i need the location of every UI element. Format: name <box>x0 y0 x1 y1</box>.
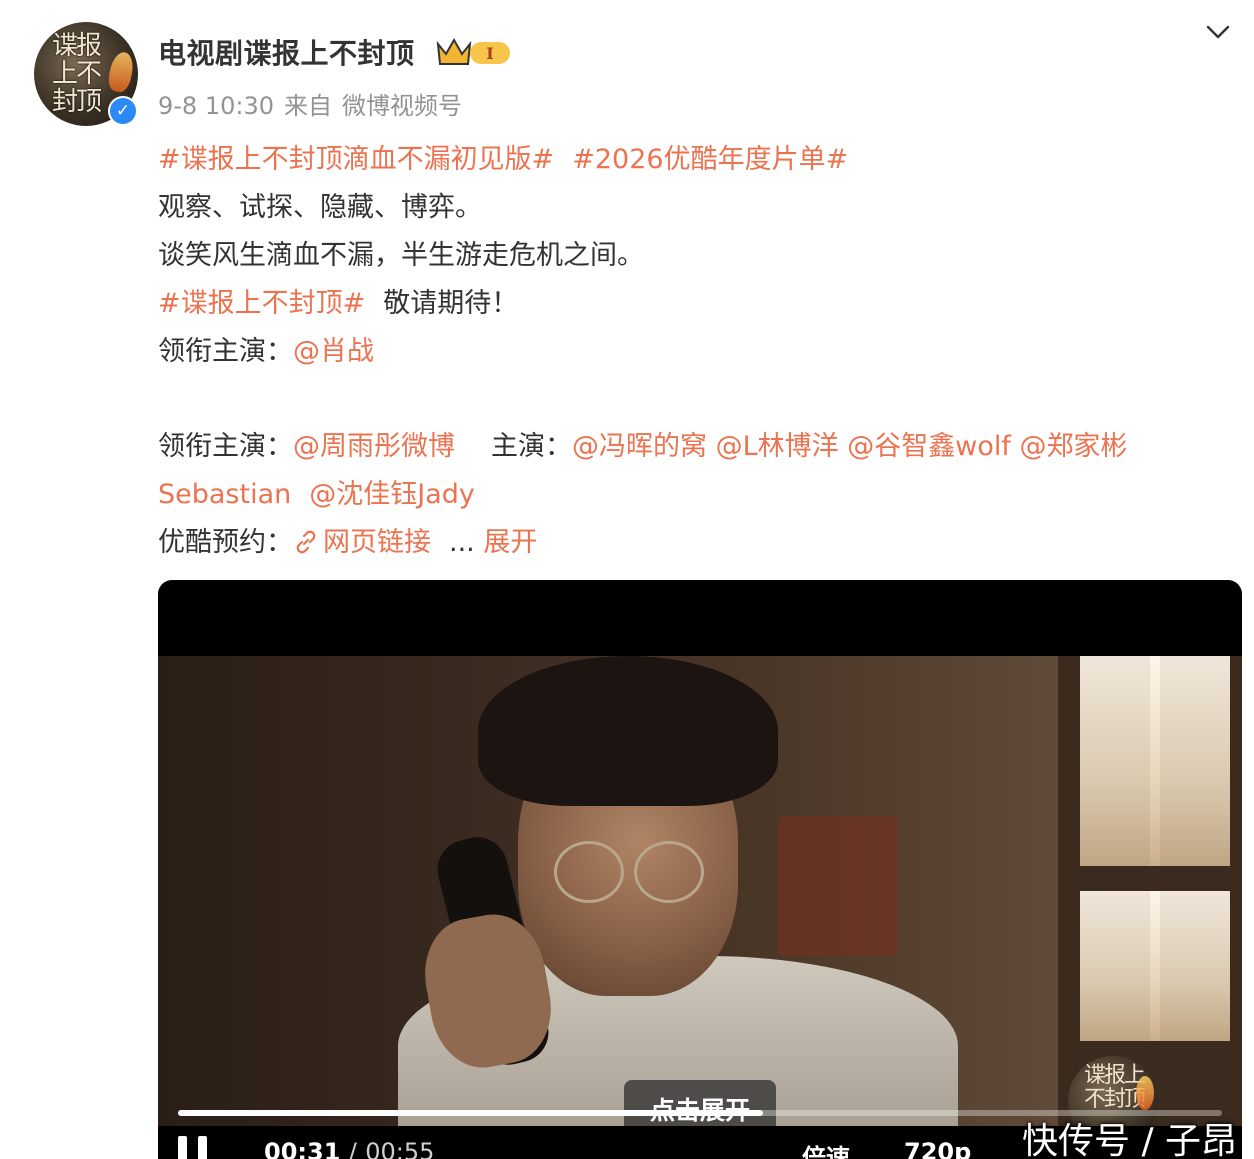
hashtag-3[interactable]: #谍报上不封顶# <box>158 288 365 319</box>
post-meta: 9-8 10:30 来自 微博视频号 <box>158 86 472 121</box>
mention-cast-2[interactable]: @L林博洋 <box>716 431 839 462</box>
booking-line: 优酷预约： 网页链接... 展开 <box>158 519 1248 567</box>
mention-lead[interactable]: @肖战 <box>293 336 374 367</box>
lead-label: 领衔主演： <box>158 336 293 367</box>
booking-label: 优酷预约： <box>158 527 293 558</box>
post-body: #谍报上不封顶滴血不漏初见版# #2026优酷年度片单# 观察、试探、隐藏、博弈。… <box>158 136 1248 567</box>
hashtag-line: #谍报上不封顶滴血不漏初见版# #2026优酷年度片单# <box>158 136 1248 184</box>
web-link-label: 网页链接 <box>323 527 431 558</box>
weibo-post-page: 谍报上不封顶 ✓ 电视剧谍报上不封顶 I 9-8 10:30 来自 微博视频号 #谍… <box>0 0 1254 1159</box>
hashtag-2[interactable]: #2026优酷年度片单# <box>572 144 848 175</box>
lead-actor-line: 领衔主演：@肖战 <box>158 328 1248 376</box>
progress-fill <box>178 1110 763 1116</box>
source-prefix: 来自 <box>284 92 332 120</box>
cast-label: 主演： <box>491 431 572 462</box>
duration: 00:55 <box>365 1138 435 1159</box>
mention-cast-4[interactable]: @郑家彬 <box>1019 431 1127 462</box>
mention-cast-4-cont[interactable]: Sebastian <box>158 479 291 510</box>
source-watermark: 快传号 / 子昂 <box>1022 1121 1238 1159</box>
time-display: 00:31 / 00:55 <box>264 1138 434 1159</box>
quality-button[interactable]: 720p <box>904 1138 971 1159</box>
link-icon <box>296 530 316 554</box>
cast-line-cont: Sebastian @沈佳钰Jady <box>158 471 1248 519</box>
chevron-down-icon[interactable] <box>1204 18 1232 46</box>
hashtag-1[interactable]: #谍报上不封顶滴血不漏初见版# <box>158 144 554 175</box>
text-line: 谈笑风生滴血不漏，半生游走危机之间。 <box>158 240 644 271</box>
expand-link[interactable]: 展开 <box>483 527 537 558</box>
speed-button[interactable]: 倍速 <box>802 1138 850 1159</box>
crown-badge-icon[interactable]: I <box>436 34 512 68</box>
mention-lead2[interactable]: @周雨彤微博 <box>293 431 455 462</box>
mention-cast-5[interactable]: @沈佳钰Jady <box>309 479 475 510</box>
hashtag-line: #谍报上不封顶# 敬请期待！ <box>158 280 1248 328</box>
lead2-label: 领衔主演： <box>158 431 293 462</box>
video-player[interactable]: 谍报上不封顶 点击展开 00:31 / 00:55 倍速 720p <box>158 580 1242 1159</box>
pause-icon[interactable] <box>178 1136 212 1159</box>
ellipsis: ... <box>449 527 475 558</box>
author-name[interactable]: 电视剧谍报上不封顶 <box>158 32 415 72</box>
verified-icon: ✓ <box>108 96 138 126</box>
video-frame[interactable]: 谍报上不封顶 点击展开 <box>158 656 1242 1126</box>
click-to-expand-button[interactable]: 点击展开 <box>624 1080 776 1126</box>
text-fragment: 敬请期待！ <box>383 288 519 319</box>
post-time[interactable]: 9-8 10:30 <box>158 92 274 120</box>
current-time: 00:31 <box>264 1138 341 1159</box>
text-line: 观察、试探、隐藏、博弈。 <box>158 192 482 223</box>
post-source[interactable]: 微博视频号 <box>342 92 462 120</box>
mention-cast-3[interactable]: @谷智鑫wolf <box>847 431 1011 462</box>
badge-level: I <box>486 44 493 63</box>
mention-cast-1[interactable]: @冯晖的窝 <box>572 431 707 462</box>
cast-line: 领衔主演：@周雨彤微博 主演：@冯晖的窝 @L林博洋 @谷智鑫wolf @郑家彬 <box>158 423 1248 471</box>
web-link[interactable]: 网页链接 <box>293 527 431 558</box>
